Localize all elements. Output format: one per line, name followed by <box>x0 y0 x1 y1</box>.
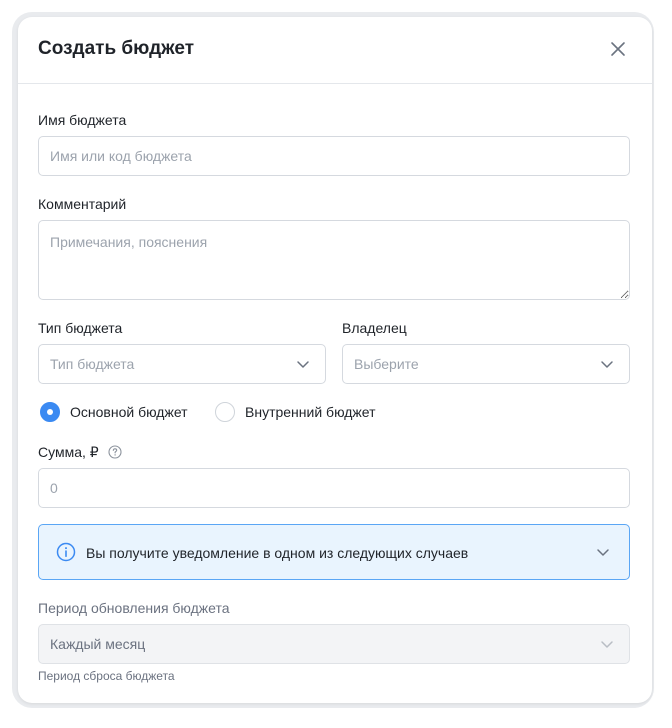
notification-text: Вы получите уведомление в одном из следу… <box>86 545 469 561</box>
owner-select[interactable]: Выберите <box>342 344 630 384</box>
chevron-down-icon <box>601 641 613 648</box>
comment-textarea[interactable] <box>38 220 630 300</box>
period-value: Каждый месяц <box>50 636 146 652</box>
budget-name-label: Имя бюджета <box>38 112 127 128</box>
dialog-title: Создать бюджет <box>38 38 195 59</box>
radio-internal-budget-label[interactable]: Внутренний бюджет <box>245 403 376 421</box>
close-icon <box>611 42 625 56</box>
radio-main-budget-label[interactable]: Основной бюджет <box>70 403 188 421</box>
period-hint: Период сброса бюджета <box>38 669 175 683</box>
notification-info-panel[interactable]: Вы получите уведомление в одном из следу… <box>38 524 630 580</box>
period-select: Каждый месяц <box>38 624 630 664</box>
amount-label: Сумма, ₽ <box>38 444 99 460</box>
budget-type-select[interactable]: Тип бюджета <box>38 344 326 384</box>
dialog-header: Создать бюджет <box>18 17 652 84</box>
chevron-down-icon <box>297 361 309 368</box>
create-budget-dialog: Создать бюджет Имя бюджета Комментарий Т… <box>18 17 652 703</box>
info-icon <box>56 542 76 562</box>
close-button[interactable] <box>606 37 630 61</box>
chevron-down-icon <box>601 361 613 368</box>
radio-main-budget[interactable] <box>40 402 60 422</box>
budget-type-placeholder: Тип бюджета <box>50 356 135 372</box>
chevron-down-icon <box>597 549 609 556</box>
period-label: Период обновления бюджета <box>38 600 230 616</box>
comment-label: Комментарий <box>38 196 127 212</box>
amount-input[interactable] <box>38 468 630 508</box>
owner-label: Владелец <box>342 320 407 336</box>
budget-type-label: Тип бюджета <box>38 320 123 336</box>
budget-name-input[interactable] <box>38 136 630 176</box>
owner-placeholder: Выберите <box>354 356 419 372</box>
question-circle-icon[interactable] <box>108 445 122 459</box>
radio-internal-budget[interactable] <box>215 402 235 422</box>
